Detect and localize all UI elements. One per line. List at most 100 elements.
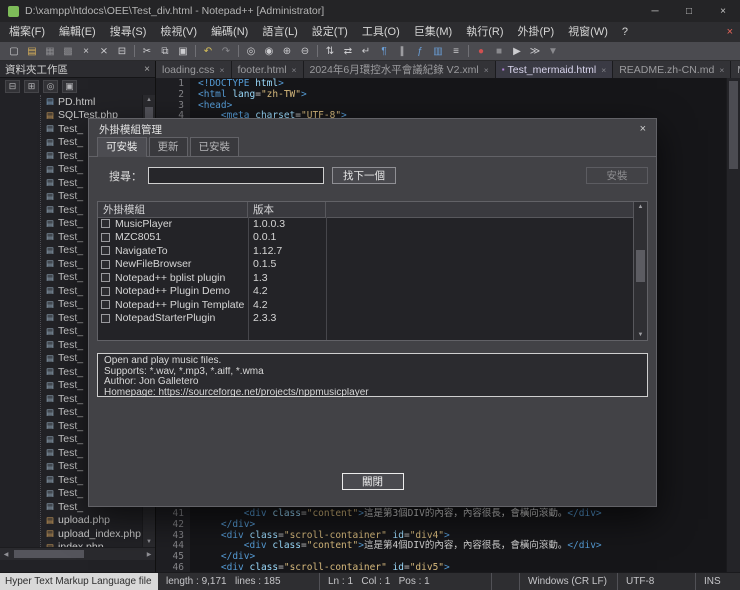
- menu-tools[interactable]: 工具(O): [355, 22, 407, 42]
- minimize-button[interactable]: ─: [638, 0, 672, 22]
- paste-icon[interactable]: ▣: [174, 43, 192, 59]
- find-next-button[interactable]: 找下一個: [332, 167, 396, 184]
- plugin-row[interactable]: NotepadStarterPlugin 2.3.3: [98, 312, 634, 326]
- scrollbar-track[interactable]: [12, 548, 143, 560]
- scroll-down-icon[interactable]: ▼: [143, 539, 155, 545]
- print-icon[interactable]: ⊟: [113, 43, 131, 59]
- tab-close-icon[interactable]: ×: [220, 65, 225, 75]
- plugin-search-input[interactable]: [148, 167, 324, 184]
- stop-macro-icon[interactable]: ■: [490, 43, 508, 59]
- scroll-up-icon[interactable]: ▲: [143, 97, 155, 103]
- column-header[interactable]: 外掛模組: [98, 202, 248, 217]
- dialog-close-button[interactable]: 關閉: [341, 473, 404, 490]
- scroll-up-icon[interactable]: ▲: [634, 204, 647, 210]
- word-wrap-icon[interactable]: ↵: [357, 43, 375, 59]
- function-list-icon[interactable]: ƒ: [411, 43, 429, 59]
- redo-icon[interactable]: ↷: [217, 43, 235, 59]
- menu-macro[interactable]: 巨集(M): [407, 22, 460, 42]
- save-macro-icon[interactable]: ▼: [544, 43, 562, 59]
- tab-close-icon[interactable]: ×: [719, 65, 724, 75]
- menu-view[interactable]: 檢視(V): [153, 22, 204, 42]
- tab-active[interactable]: ▪ Test_mermaid.html ×: [495, 61, 614, 78]
- maximize-button[interactable]: □: [672, 0, 706, 22]
- zoom-in-icon[interactable]: ⊕: [278, 43, 296, 59]
- menu-help[interactable]: ?: [615, 22, 635, 42]
- plugin-checkbox[interactable]: [101, 259, 110, 269]
- plugin-checkbox[interactable]: [101, 286, 110, 296]
- menu-plugins[interactable]: 外掛(P): [511, 22, 562, 42]
- tab-item[interactable]: loading.css ×: [156, 61, 232, 78]
- menu-run[interactable]: 執行(R): [459, 22, 510, 42]
- menu-settings[interactable]: 設定(T): [305, 22, 355, 42]
- column-header[interactable]: 版本: [248, 202, 326, 217]
- plugin-checkbox[interactable]: [101, 232, 110, 242]
- close-all-icon[interactable]: ⨯: [95, 43, 113, 59]
- select-item-icon[interactable]: ▣: [62, 80, 77, 93]
- tab-close-icon[interactable]: ×: [484, 65, 489, 75]
- tab-item[interactable]: Mapp×: [731, 61, 740, 78]
- plugin-row[interactable]: Notepad++ bplist plugin 1.3: [98, 271, 634, 285]
- menu-search[interactable]: 搜尋(S): [103, 22, 154, 42]
- tab-close-icon[interactable]: ×: [292, 65, 297, 75]
- open-file-icon[interactable]: ▤: [23, 43, 41, 59]
- sync-horizontal-scroll-icon[interactable]: ⇄: [339, 43, 357, 59]
- scroll-down-icon[interactable]: ▼: [634, 332, 647, 338]
- close-file-icon[interactable]: ×: [77, 43, 95, 59]
- dialog-tab-installed[interactable]: 已安裝: [189, 137, 239, 156]
- tab-item[interactable]: footer.html ×: [231, 61, 304, 78]
- plugin-checkbox[interactable]: [101, 300, 110, 310]
- tree-item[interactable]: ▤ PD.html: [0, 95, 143, 109]
- cut-icon[interactable]: ✂: [138, 43, 156, 59]
- find-icon[interactable]: ◎: [242, 43, 260, 59]
- plugin-row[interactable]: Notepad++ Plugin Demo 4.2: [98, 285, 634, 299]
- menu-window[interactable]: 視窗(W): [561, 22, 615, 42]
- menu-language[interactable]: 語言(L): [255, 22, 304, 42]
- zoom-out-icon[interactable]: ⊖: [296, 43, 314, 59]
- menu-file[interactable]: 檔案(F): [2, 22, 52, 42]
- plugin-row[interactable]: NewFileBrowser 0.1.5: [98, 258, 634, 272]
- menu-encoding[interactable]: 編碼(N): [204, 22, 255, 42]
- run-macro-multiple-times-icon[interactable]: ≫: [526, 43, 544, 59]
- tab-item[interactable]: 2024年6月環控水平會議紀錄 V2.xml ×: [303, 61, 496, 78]
- install-button[interactable]: 安裝: [586, 167, 648, 184]
- sidebar-horizontal-scrollbar[interactable]: ◀ ▶: [0, 547, 155, 560]
- copy-icon[interactable]: ⧉: [156, 43, 174, 59]
- show-all-characters-icon[interactable]: ¶: [375, 43, 393, 59]
- menubar-close-icon[interactable]: ×: [727, 22, 733, 42]
- dialog-close-icon[interactable]: ×: [640, 123, 646, 135]
- collapse-all-icon[interactable]: ⊟: [5, 80, 20, 93]
- scrollbar-thumb[interactable]: [729, 81, 738, 169]
- tab-item[interactable]: README.zh-CN.md ×: [613, 61, 732, 78]
- menu-edit[interactable]: 編輯(E): [52, 22, 103, 42]
- plugin-checkbox[interactable]: [101, 313, 110, 323]
- locate-current-file-icon[interactable]: ◎: [43, 80, 58, 93]
- plugin-table-scrollbar[interactable]: ▲ ▼: [633, 202, 647, 340]
- new-file-icon[interactable]: ▢: [5, 43, 23, 59]
- replace-icon[interactable]: ◉: [260, 43, 278, 59]
- plugin-row[interactable]: MZC8051 0.0.1: [98, 231, 634, 245]
- document-map-icon[interactable]: ▥: [429, 43, 447, 59]
- plugin-checkbox[interactable]: [101, 246, 110, 256]
- editor-vertical-scrollbar[interactable]: [726, 78, 740, 572]
- scrollbar-thumb[interactable]: [14, 550, 84, 558]
- plugin-row[interactable]: Notepad++ Plugin Template 4.2: [98, 298, 634, 312]
- scroll-left-icon[interactable]: ◀: [0, 551, 12, 558]
- dialog-tab-available[interactable]: 可安裝: [97, 137, 147, 157]
- indent-guide-icon[interactable]: ∥: [393, 43, 411, 59]
- plugin-row[interactable]: NavigateTo 1.12.7: [98, 244, 634, 258]
- scroll-right-icon[interactable]: ▶: [143, 551, 155, 558]
- save-icon[interactable]: ▦: [41, 43, 59, 59]
- plugin-row[interactable]: MusicPlayer 1.0.0.3: [98, 217, 634, 231]
- dialog-tab-updates[interactable]: 更新: [148, 137, 188, 156]
- plugin-checkbox[interactable]: [101, 273, 110, 283]
- tree-item[interactable]: ▤ upload.php: [0, 514, 143, 528]
- expand-all-icon[interactable]: ⊞: [24, 80, 39, 93]
- sync-vertical-scroll-icon[interactable]: ⇅: [321, 43, 339, 59]
- save-all-icon[interactable]: ▩: [59, 43, 77, 59]
- panel-close-icon[interactable]: ×: [144, 64, 150, 75]
- record-macro-icon[interactable]: ●: [472, 43, 490, 59]
- tree-item[interactable]: ▤ upload_index.php: [0, 527, 143, 541]
- tab-close-icon[interactable]: ×: [601, 65, 606, 75]
- close-button[interactable]: ×: [706, 0, 740, 22]
- plugin-checkbox[interactable]: [101, 219, 110, 229]
